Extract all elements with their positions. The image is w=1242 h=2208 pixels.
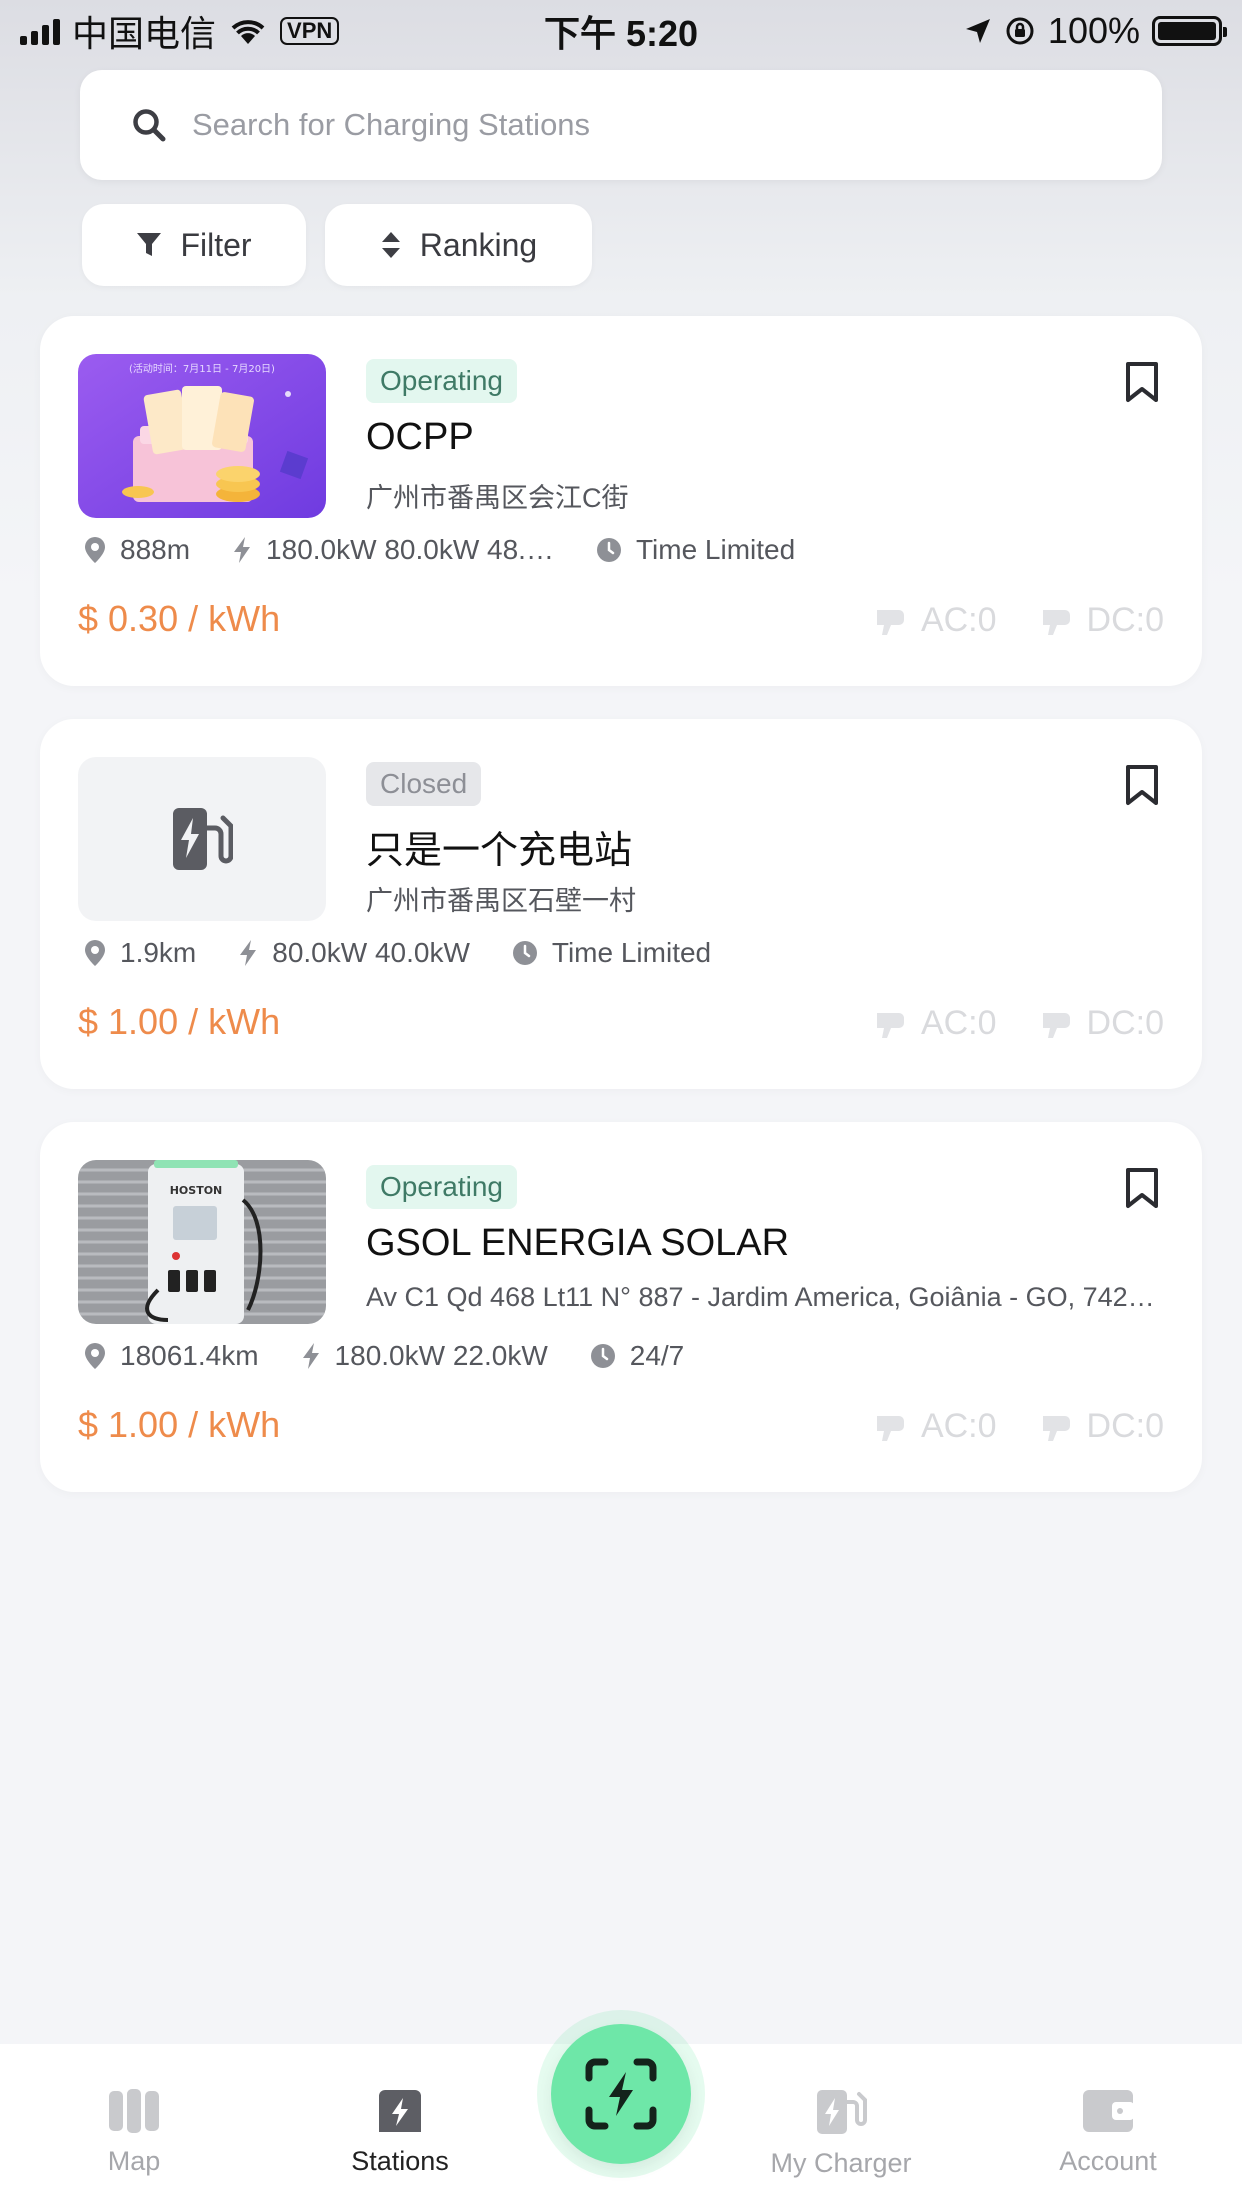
ac-count: AC:0 — [920, 1407, 997, 1445]
station-meta: 888m 180.0kW 80.0kW 48.… Time Limited — [84, 534, 837, 566]
ac-count: AC:0 — [920, 601, 997, 639]
price-label: $ 1.00 / kWh — [78, 1404, 281, 1445]
stations-icon — [379, 2090, 421, 2132]
dc-plug-icon — [1042, 1415, 1070, 1441]
station-meta: 18061.4km 180.0kW 22.0kW 24/7 — [84, 1340, 726, 1372]
location-pin-icon — [85, 1343, 105, 1369]
ranking-button[interactable]: Ranking — [325, 204, 592, 286]
scan-charge-icon — [585, 2058, 657, 2130]
tab-stations[interactable]: Stations — [330, 2044, 470, 2208]
power-label: 180.0kW 80.0kW 48.… — [266, 534, 554, 565]
promo-text: (活动时间：7月11日 - 7月20日) — [129, 362, 275, 375]
vpn-badge: VPN — [280, 17, 340, 45]
clock-icon — [596, 538, 621, 562]
scan-charge-button[interactable] — [551, 2024, 691, 2164]
lightning-icon — [302, 1343, 319, 1369]
tab-my-charger[interactable]: My Charger — [761, 2044, 921, 2208]
signal-icon — [20, 17, 60, 45]
station-address: Av C1 Qd 468 Lt11 N° 887 - Jardim Americ… — [366, 1282, 1166, 1312]
ranking-label: Ranking — [419, 226, 538, 263]
station-image: (活动时间：7月11日 - 7月20日) — [78, 354, 326, 518]
power-label: 180.0kW 22.0kW — [334, 1340, 548, 1371]
bookmark-icon[interactable] — [1124, 764, 1160, 806]
wifi-icon — [231, 20, 265, 44]
tab-label: Stations — [351, 2146, 449, 2176]
location-pin-icon — [85, 940, 105, 966]
brand-text: HOSTON — [170, 1184, 223, 1197]
station-image: HOSTON — [78, 1160, 326, 1324]
status-bar: 中国电信 VPN 下午 5:20 100% — [0, 0, 1242, 62]
search-icon — [133, 109, 166, 142]
filter-button[interactable]: Filter — [82, 204, 306, 286]
location-pin-icon — [85, 537, 105, 563]
location-arrow-icon — [965, 19, 990, 43]
port-availability: AC:0 DC:0 — [873, 601, 1164, 640]
tab-label: Account — [1059, 2146, 1157, 2176]
status-badge: Closed — [366, 762, 482, 806]
tab-account[interactable]: Account — [1038, 2044, 1178, 2208]
my-charger-icon — [817, 2090, 867, 2134]
search-input[interactable] — [192, 107, 1162, 143]
dc-count: DC:0 — [1086, 1407, 1164, 1445]
ac-plug-icon — [876, 1415, 904, 1441]
ac-plug-icon — [876, 1012, 904, 1038]
distance-label: 1.9km — [120, 937, 197, 968]
dc-plug-icon — [1042, 1012, 1070, 1038]
battery-percent: 100% — [1047, 10, 1140, 51]
dc-count: DC:0 — [1086, 1004, 1164, 1042]
dc-count: DC:0 — [1086, 601, 1164, 639]
tab-label: My Charger — [770, 2148, 912, 2178]
station-name: GSOL ENERGIA SOLAR — [366, 1222, 790, 1264]
station-meta: 1.9km 80.0kW 40.0kW Time Limited — [84, 937, 753, 969]
station-card[interactable]: Closed 只是一个充电站 广州市番禺区石壁一村 1.9km 80.0kW 4… — [40, 719, 1202, 1089]
map-icon — [109, 2089, 159, 2133]
distance-label: 888m — [120, 534, 191, 565]
clock-icon — [512, 941, 537, 965]
bookmark-icon[interactable] — [1124, 361, 1160, 403]
funnel-icon — [137, 233, 162, 256]
hours-label: Time Limited — [551, 937, 712, 968]
ac-plug-icon — [876, 609, 904, 635]
clock-icon — [590, 1344, 615, 1368]
filter-label: Filter — [180, 226, 252, 263]
status-time: 下午 5:20 — [543, 13, 699, 54]
station-image — [78, 757, 326, 921]
carrier-label: 中国电信 — [72, 13, 217, 54]
battery-icon — [1152, 16, 1227, 46]
charger-placeholder-icon — [173, 808, 233, 870]
rotation-lock-icon — [1006, 17, 1034, 45]
hours-label: Time Limited — [635, 534, 796, 565]
sort-icon — [381, 232, 400, 258]
status-badge: Operating — [366, 359, 517, 403]
station-address: 广州市番禺区石壁一村 — [366, 886, 636, 916]
ac-count: AC:0 — [920, 1004, 997, 1042]
hours-label: 24/7 — [629, 1340, 685, 1371]
station-card[interactable]: (活动时间：7月11日 - 7月20日) Operating OCPP 广州市番… — [40, 316, 1202, 686]
station-name: OCPP — [366, 416, 474, 458]
lightning-icon — [234, 537, 251, 563]
power-label: 80.0kW 40.0kW — [272, 937, 470, 968]
price-label: $ 1.00 / kWh — [78, 1001, 281, 1042]
port-availability: AC:0 DC:0 — [873, 1004, 1164, 1043]
wallet-icon — [1083, 2090, 1134, 2132]
dc-plug-icon — [1042, 609, 1070, 635]
status-badge: Operating — [366, 1165, 517, 1209]
lightning-icon — [240, 940, 257, 966]
distance-label: 18061.4km — [120, 1340, 259, 1371]
port-availability: AC:0 DC:0 — [873, 1407, 1164, 1446]
price-label: $ 0.30 / kWh — [78, 598, 281, 639]
station-address: 广州市番禺区会江C街 — [366, 483, 629, 513]
station-name: 只是一个充电站 — [366, 830, 633, 872]
station-card[interactable]: HOSTON Operating GSOL ENERGIA SOLAR Av C… — [40, 1122, 1202, 1492]
tab-map[interactable]: Map — [64, 2044, 204, 2208]
bookmark-icon[interactable] — [1124, 1167, 1160, 1209]
search-bar[interactable] — [80, 70, 1162, 180]
tab-label: Map — [107, 2146, 161, 2176]
